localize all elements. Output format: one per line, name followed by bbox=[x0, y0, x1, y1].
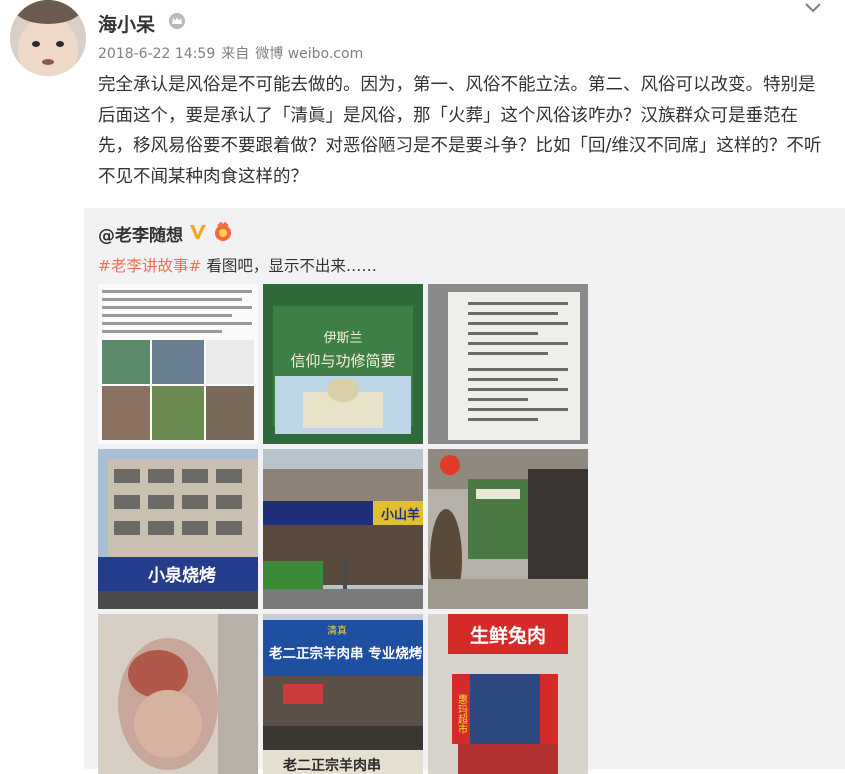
avatar[interactable] bbox=[10, 0, 86, 76]
book-title-1: 伊斯兰 bbox=[323, 331, 362, 346]
sign-laoer-bottom: 老二正宗羊肉串 bbox=[283, 757, 381, 774]
sign-laoer-top: 老二正宗羊肉串 专业烧烤 bbox=[269, 645, 423, 662]
photo-thumbnail-3[interactable] bbox=[428, 284, 588, 444]
hashtag-link[interactable]: #老李讲故事# bbox=[98, 257, 201, 275]
repost-body: 看图吧，显示不出来…… bbox=[206, 257, 377, 275]
photo-thumbnail-7[interactable] bbox=[98, 614, 258, 774]
photo-thumbnail-9[interactable]: 生鲜兔肉 惠玛超市 bbox=[428, 614, 588, 774]
post-date[interactable]: 2018-6-22 14:59 bbox=[98, 46, 215, 62]
repost-username[interactable]: @老李随想 bbox=[98, 221, 183, 246]
book-title-2: 信仰与功修简要 bbox=[290, 352, 395, 370]
photo-thumbnail-2[interactable]: 伊斯兰 信仰与功修简要 bbox=[263, 284, 423, 444]
username[interactable]: 海小呆 bbox=[98, 10, 155, 37]
verified-v-icon bbox=[188, 222, 208, 242]
via-label: 来自 bbox=[221, 46, 250, 62]
vip-crown-icon bbox=[168, 12, 186, 30]
photo-thumbnail-5[interactable]: 小山羊 bbox=[263, 449, 423, 609]
post-text: 完全承认是风俗是不可能去做的。因为，第一、风俗不能立法。第二、风俗可以改变。特别… bbox=[98, 75, 822, 187]
post-source[interactable]: 微博 weibo.com bbox=[255, 46, 363, 62]
photo-thumbnail-1[interactable] bbox=[98, 284, 258, 444]
sign-xiaoshanyang: 小山羊 bbox=[381, 507, 420, 523]
repost-text: #老李讲故事# 看图吧，显示不出来…… bbox=[98, 254, 377, 276]
repost-card: @老李随想 #老李讲故事# 看图吧，显示不出来…… 伊斯兰 信仰与功修简要 小泉… bbox=[84, 208, 845, 774]
sign-xiaoquan: 小泉烧烤 bbox=[148, 565, 216, 586]
photo-thumbnail-8[interactable]: 老二正宗羊肉串 专业烧烤 清真 老二正宗羊肉串 bbox=[263, 614, 423, 774]
sign-huima: 惠玛超市 bbox=[456, 693, 468, 735]
sign-shengxian: 生鲜兔肉 bbox=[470, 624, 546, 647]
member-badge-icon bbox=[212, 221, 234, 242]
post-meta: 2018-6-22 14:59 来自 微博 weibo.com bbox=[98, 43, 369, 63]
photo-thumbnail-4[interactable]: 小泉烧烤 bbox=[98, 449, 258, 609]
sign-qingzhen: 清真 bbox=[327, 624, 347, 637]
chevron-down-icon[interactable] bbox=[803, 0, 823, 14]
photo-thumbnail-6[interactable] bbox=[428, 449, 588, 609]
